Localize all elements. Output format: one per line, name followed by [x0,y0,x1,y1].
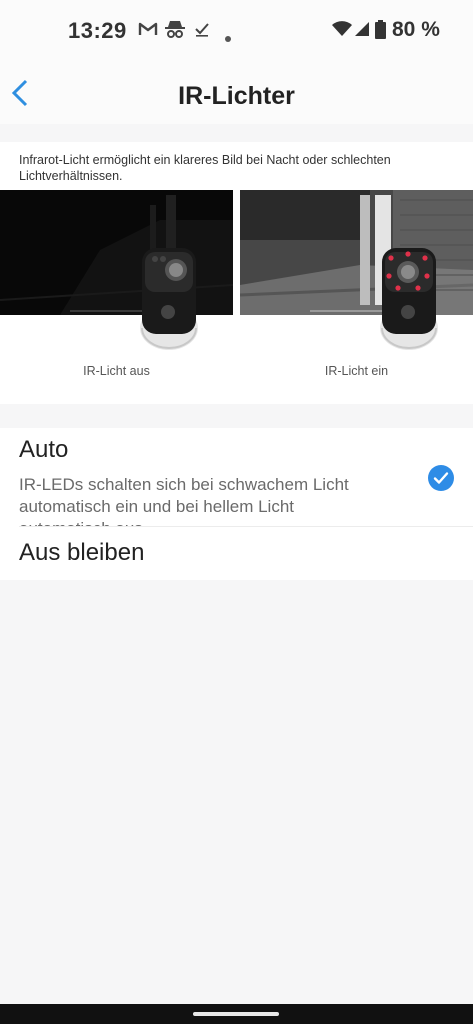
camera-device-ir-on-image [378,242,440,357]
status-time: 13:29 [68,18,127,43]
system-nav-bar [0,1004,473,1024]
option-auto-description: IR-LEDs schalten sich bei schwachem Lich… [19,475,349,526]
gmail-icon [138,21,158,42]
ir-info-card: Infrarot-Licht ermöglicht ein klareres B… [0,142,473,404]
check-mark-icon [194,21,210,42]
page-title: IR-Lichter [178,82,295,110]
camera-device-image [138,242,200,357]
status-bar: 13:29 80 % [0,0,473,62]
home-gesture-handle[interactable] [193,1012,279,1016]
cell-signal-icon [354,21,370,42]
wifi-icon [332,21,352,42]
option-stay-off-title: Aus bleiben [19,539,145,566]
battery-icon [375,20,386,44]
notification-dot-icon [225,29,231,47]
incognito-icon [164,19,186,44]
preview-ir-on-label: IR-Licht ein [324,364,389,378]
option-auto[interactable]: Auto IR-LEDs schalten sich bei schwachem… [0,428,473,526]
option-stay-off[interactable]: Aus bleiben [0,527,473,580]
battery-percentage: 80 % [392,18,440,41]
selected-check-icon [428,465,454,491]
preview-ir-off-label: IR-Licht aus [83,364,150,378]
option-auto-title: Auto [19,436,69,463]
ir-description: Infrarot-Licht ermöglicht ein klareres B… [19,153,391,183]
app-header: IR-Lichter [0,62,473,124]
ir-mode-options: Auto IR-LEDs schalten sich bei schwachem… [0,428,473,580]
